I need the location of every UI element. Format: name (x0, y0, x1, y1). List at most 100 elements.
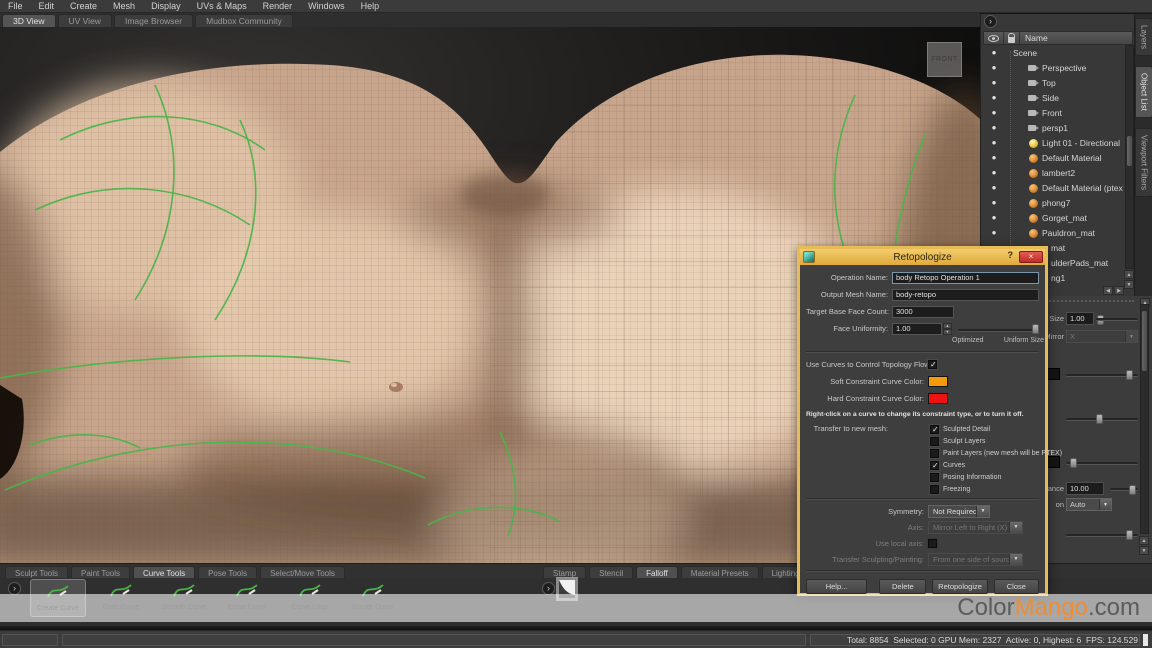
symmetry-dropdown[interactable]: Not Required (928, 505, 990, 518)
lock-column-header[interactable] (1004, 32, 1020, 44)
scroll-down-button[interactable]: ▼ (1124, 280, 1134, 289)
object-list-row[interactable]: ● Perspective (983, 60, 1123, 75)
strength-slider-handle[interactable] (1126, 370, 1133, 380)
visibility-dot-icon[interactable]: ● (983, 228, 1005, 237)
menu-item[interactable]: UVs & Maps (189, 0, 255, 13)
object-list-row[interactable]: ● Front (983, 105, 1123, 120)
distance-slider-handle[interactable] (1129, 485, 1136, 495)
object-list-row[interactable]: ● Pauldron_mat (983, 225, 1123, 240)
object-list-row[interactable]: ● Side (983, 90, 1123, 105)
uniformity-slider-handle[interactable] (1032, 324, 1039, 334)
dialog-title-bar[interactable]: Retopologize ? × (800, 249, 1045, 265)
object-list-row[interactable]: ● Light 01 - Directional (983, 135, 1123, 150)
menu-item[interactable]: Edit (31, 0, 63, 13)
object-list-row[interactable]: ● persp1 (983, 120, 1123, 135)
mid-slider-handle[interactable] (1096, 414, 1103, 424)
size-value[interactable]: 1.00 (1066, 312, 1094, 325)
spinner-control[interactable]: ▲▼ (943, 323, 952, 335)
name-column-header[interactable]: Name (1020, 33, 1048, 43)
soft-color-swatch[interactable] (928, 376, 948, 387)
hard-color-swatch[interactable] (928, 393, 948, 404)
size-slider[interactable] (1096, 318, 1138, 321)
delete-button[interactable]: Delete (879, 579, 926, 594)
mirror-dropdown[interactable]: X (1066, 330, 1138, 343)
retopologize-button[interactable]: Retopologize (932, 579, 987, 594)
object-list-row[interactable]: ● Top (983, 75, 1123, 90)
dialog-help-icon[interactable]: ? (1008, 250, 1014, 260)
object-list-row[interactable]: ● lambert2 (983, 165, 1123, 180)
visibility-dot-icon[interactable]: ● (983, 108, 1005, 117)
view-tab[interactable]: Image Browser (114, 14, 193, 27)
face-count-input[interactable] (892, 306, 954, 318)
operation-name-input[interactable] (892, 272, 1039, 284)
object-list-row[interactable]: ● Default Material (983, 150, 1123, 165)
local-axis-checkbox[interactable] (928, 539, 937, 548)
visibility-dot-icon[interactable]: ● (983, 123, 1005, 132)
transfer-option[interactable]: Paint Layers (new mesh will be PTEX) (930, 447, 1039, 459)
transfer-option[interactable]: Posing Information (930, 471, 1039, 483)
transfer-checkbox[interactable] (930, 485, 939, 494)
transfer-checkbox[interactable] (930, 425, 939, 434)
visibility-dot-icon[interactable]: ● (983, 138, 1005, 147)
transfer-checkbox[interactable] (930, 449, 939, 458)
visibility-dot-icon[interactable]: ● (983, 198, 1005, 207)
props-scroll-down[interactable]: ▼ (1139, 546, 1149, 555)
object-list-row[interactable]: ● Scene (983, 45, 1123, 60)
transfer-option[interactable]: Sculpt Layers (930, 435, 1039, 447)
visibility-dot-icon[interactable]: ● (983, 78, 1005, 87)
panel-collapse-icon[interactable] (984, 15, 997, 28)
face-uniformity-input[interactable] (892, 323, 942, 335)
object-list-row[interactable]: ● Default Material (ptex) (983, 180, 1123, 195)
visibility-dot-icon[interactable]: ● (983, 168, 1005, 177)
visibility-column-header[interactable] (984, 32, 1004, 44)
menu-item[interactable]: Create (62, 0, 105, 13)
bottom-slider-handle[interactable] (1126, 530, 1133, 540)
transfer-option[interactable]: Sculpted Detail (930, 423, 1039, 435)
menu-item[interactable]: Display (143, 0, 189, 13)
uniformity-slider[interactable] (958, 323, 1039, 335)
use-curves-checkbox[interactable] (928, 360, 937, 369)
distance-value[interactable]: 10.00 (1066, 482, 1104, 495)
props-scroll-up[interactable]: ▲ (1139, 536, 1149, 545)
object-list-scrollbar[interactable] (1125, 45, 1134, 269)
view-tab[interactable]: UV View (58, 14, 112, 27)
side-tab[interactable]: Viewport Filters (1135, 128, 1152, 197)
visibility-dot-icon[interactable]: ● (983, 48, 1005, 57)
visibility-dot-icon[interactable]: ● (983, 93, 1005, 102)
side-tab[interactable]: Layers (1135, 18, 1152, 56)
axis-dropdown[interactable]: Mirror Left to Right (X) (928, 521, 1023, 534)
menu-item[interactable]: Help (353, 0, 388, 13)
help-button[interactable]: Help... (806, 579, 867, 594)
menu-item[interactable]: File (0, 0, 31, 13)
low-slider-handle[interactable] (1070, 458, 1077, 468)
front-camera-bookmark[interactable]: FRONT (927, 42, 962, 77)
transfer-checkbox[interactable] (930, 437, 939, 446)
properties-scrollbar[interactable] (1140, 304, 1149, 534)
menu-item[interactable]: Mesh (105, 0, 143, 13)
visibility-dot-icon[interactable]: ● (983, 213, 1005, 222)
menu-item[interactable]: Windows (300, 0, 353, 13)
object-list-row[interactable]: ● Gorget_mat (983, 210, 1123, 225)
view-tab[interactable]: Mudbox Community (195, 14, 293, 27)
scroll-up-button[interactable]: ▲ (1124, 270, 1134, 279)
close-button[interactable]: Close (994, 579, 1039, 594)
transfer-option[interactable]: Curves (930, 459, 1039, 471)
visibility-dot-icon[interactable]: ● (983, 63, 1005, 72)
transfer-sp-dropdown[interactable]: From one side of source (928, 553, 1023, 566)
visibility-dot-icon[interactable]: ● (983, 153, 1005, 162)
transfer-checkbox[interactable] (930, 461, 939, 470)
visibility-dot-icon[interactable]: ● (983, 183, 1005, 192)
auto-dropdown[interactable]: Auto (1066, 498, 1112, 511)
output-mesh-input[interactable] (892, 289, 1039, 301)
object-list-row[interactable]: ● phong7 (983, 195, 1123, 210)
scroll-right-button[interactable]: ▶ (1114, 286, 1124, 295)
panel-grip[interactable] (1046, 300, 1134, 302)
side-tab[interactable]: Object List (1135, 66, 1152, 118)
transfer-checkbox[interactable] (930, 473, 939, 482)
dialog-close-button[interactable]: × (1019, 251, 1043, 263)
scroll-left-button[interactable]: ◀ (1103, 286, 1113, 295)
view-tab[interactable]: 3D View (2, 14, 56, 27)
menu-item[interactable]: Render (255, 0, 301, 13)
scrollbar-thumb[interactable] (1127, 136, 1132, 166)
transfer-option[interactable]: Freezing (930, 483, 1039, 495)
